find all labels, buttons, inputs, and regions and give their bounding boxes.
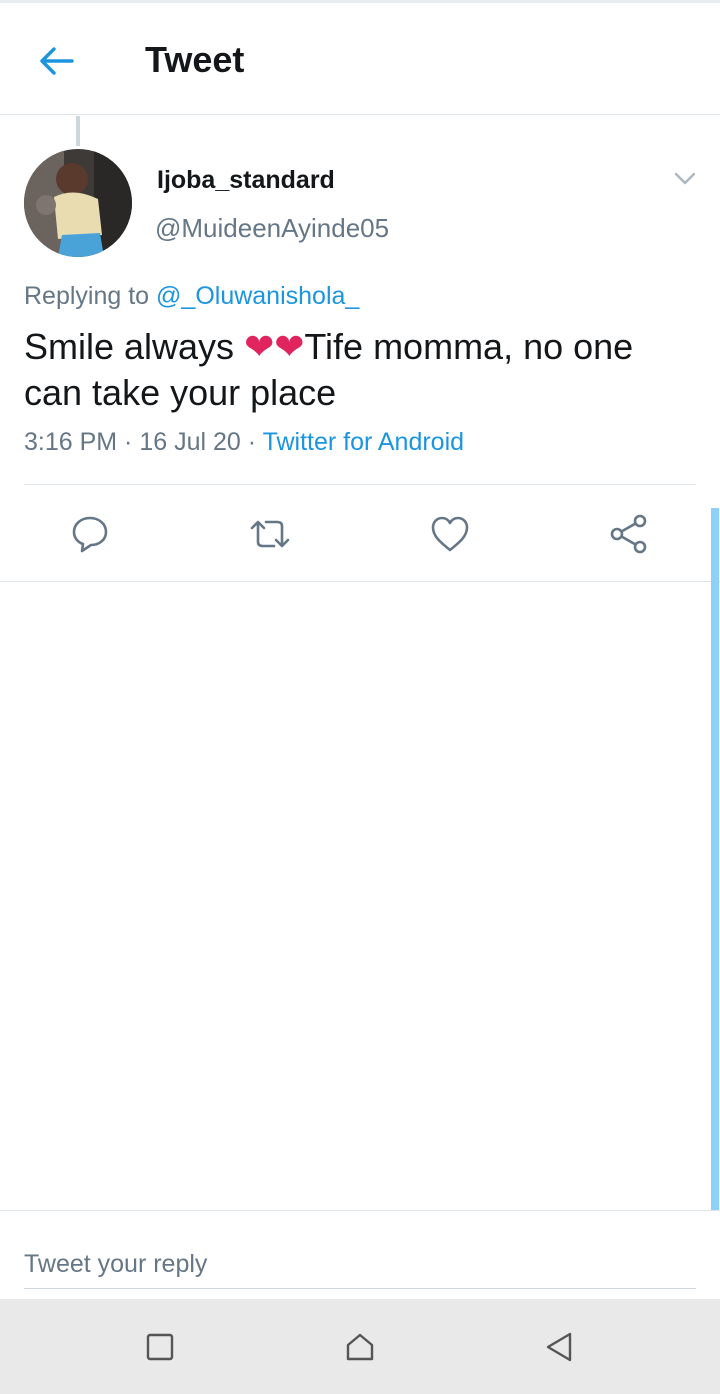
- divider: [0, 581, 720, 582]
- arrow-left-icon: [40, 47, 74, 75]
- system-nav-bar: [0, 1299, 720, 1394]
- tweet-timestamp: 3:16 PM · 16 Jul 20 ·: [24, 428, 263, 456]
- retweet-button[interactable]: [248, 512, 292, 556]
- back-nav-button[interactable]: [537, 1325, 581, 1369]
- avatar-photo: [24, 149, 132, 257]
- scrollbar[interactable]: [711, 508, 719, 1210]
- heart-emoji: ❤❤: [244, 327, 305, 368]
- display-name[interactable]: Ijoba_standard: [157, 166, 335, 195]
- replying-to: Replying to @_Oluwanishola_: [24, 282, 359, 311]
- tweet-meta: 3:16 PM · 16 Jul 20 · Twitter for Androi…: [24, 428, 464, 457]
- tweet-text: Smile always ❤❤Tife momma, no one can ta…: [24, 324, 696, 415]
- home-button[interactable]: [338, 1325, 382, 1369]
- more-options-button[interactable]: [668, 164, 702, 194]
- thread-connector: [76, 116, 80, 146]
- back-button[interactable]: [28, 33, 84, 89]
- avatar[interactable]: [24, 149, 132, 257]
- share-button[interactable]: [607, 512, 651, 556]
- chevron-down-icon: [674, 172, 696, 185]
- user-handle[interactable]: @MuideenAyinde05: [155, 213, 389, 244]
- home-icon: [346, 1333, 374, 1361]
- like-button[interactable]: [428, 512, 472, 556]
- square-icon: [146, 1333, 174, 1361]
- app-header: Tweet: [0, 3, 720, 115]
- tweet-text-part1: Smile always: [24, 326, 245, 367]
- replying-to-mention[interactable]: @_Oluwanishola_: [156, 282, 359, 310]
- retweet-icon: [250, 520, 290, 548]
- action-bar: [0, 486, 720, 581]
- tweet-source[interactable]: Twitter for Android: [263, 428, 464, 456]
- reply-input[interactable]: [24, 1241, 696, 1289]
- share-icon: [610, 514, 647, 554]
- triangle-back-icon: [546, 1332, 572, 1362]
- like-icon: [431, 516, 469, 552]
- reply-icon: [72, 516, 108, 553]
- reply-button[interactable]: [68, 512, 112, 556]
- recents-button[interactable]: [138, 1325, 182, 1369]
- divider: [24, 484, 696, 485]
- reply-composer: [0, 1210, 720, 1299]
- replying-to-label: Replying to: [24, 282, 157, 310]
- page-title: Tweet: [145, 39, 245, 80]
